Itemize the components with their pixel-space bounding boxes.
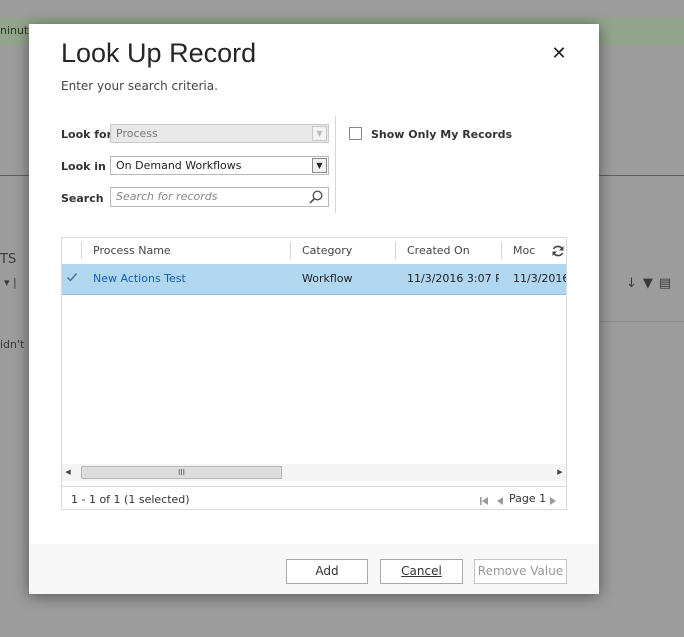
record-count: 1 - 1 of 1 (1 selected) (71, 493, 190, 506)
grid-header: Process Name Category Created On Moc (62, 238, 566, 265)
search-input[interactable]: Search for records (110, 187, 329, 207)
background-section-text: TS (0, 252, 17, 267)
look-for-value: Process (116, 127, 158, 140)
horizontal-scrollbar[interactable]: ◀ III ▶ (62, 464, 566, 481)
cell-created-on: 11/3/2016 3:07 P... (407, 272, 499, 285)
show-only-my-records-label: Show Only My Records (371, 128, 513, 141)
cell-process-name[interactable]: New Actions Test (93, 264, 288, 294)
next-page-icon[interactable] (548, 496, 558, 506)
results-grid: Process Name Category Created On Moc New… (61, 237, 567, 510)
background-toolbar-icons: ↓▼▤ (626, 276, 678, 291)
look-for-label: Look for (61, 128, 113, 141)
look-in-select[interactable]: On Demand Workflows ▼ (110, 156, 329, 175)
column-header-process-name[interactable]: Process Name (93, 238, 171, 264)
close-icon[interactable]: ✕ (549, 44, 569, 64)
cell-category: Workflow (302, 272, 353, 285)
chevron-down-icon[interactable]: ▼ (312, 158, 327, 173)
previous-page-icon[interactable] (495, 496, 505, 506)
table-row[interactable]: New Actions Test Workflow 11/3/2016 3:07… (62, 264, 566, 295)
show-only-my-records-checkbox[interactable] (349, 127, 362, 140)
column-header-created-on[interactable]: Created On (407, 238, 470, 264)
look-in-label: Look in (61, 160, 106, 173)
background-divider-2 (598, 321, 684, 322)
page-indicator: Page 1 (509, 492, 547, 505)
column-divider (395, 242, 396, 259)
cell-modified-on: 11/3/2016 (513, 272, 566, 285)
lookup-dialog: Look Up Record Enter your search criteri… (29, 24, 599, 594)
column-header-category[interactable]: Category (302, 238, 352, 264)
background-dropdown-glyph: ▾ | (4, 276, 17, 289)
first-page-icon[interactable] (479, 496, 489, 506)
search-icon[interactable] (308, 189, 324, 205)
refresh-icon[interactable] (551, 244, 565, 258)
cancel-button[interactable]: Cancel (380, 559, 463, 584)
column-divider (290, 242, 291, 259)
dialog-footer: Add Cancel Remove Value (29, 544, 599, 594)
remove-value-button[interactable]: Remove Value (474, 559, 567, 584)
look-in-value: On Demand Workflows (116, 159, 242, 172)
scrollbar-thumb[interactable]: III (81, 466, 282, 479)
column-divider (501, 242, 502, 259)
scroll-right-icon[interactable]: ▶ (554, 464, 566, 481)
chevron-down-icon: ▼ (312, 126, 327, 141)
search-label: Search (61, 192, 104, 205)
checkmark-icon[interactable] (66, 271, 78, 283)
form-divider (335, 116, 336, 213)
look-for-select: Process ▼ (110, 124, 329, 143)
dialog-title: Look Up Record (61, 38, 257, 68)
add-button[interactable]: Add (286, 559, 368, 584)
scroll-left-icon[interactable]: ◀ (62, 464, 74, 481)
background-row-text: idn't (0, 338, 25, 351)
column-header-modified-on[interactable]: Moc (513, 238, 535, 264)
search-placeholder: Search for records (116, 190, 218, 203)
column-divider (81, 242, 82, 259)
background-notification-text: ninut (0, 24, 29, 37)
grid-footer: 1 - 1 of 1 (1 selected) Page 1 (62, 486, 566, 509)
dialog-subtitle: Enter your search criteria. (61, 79, 218, 93)
